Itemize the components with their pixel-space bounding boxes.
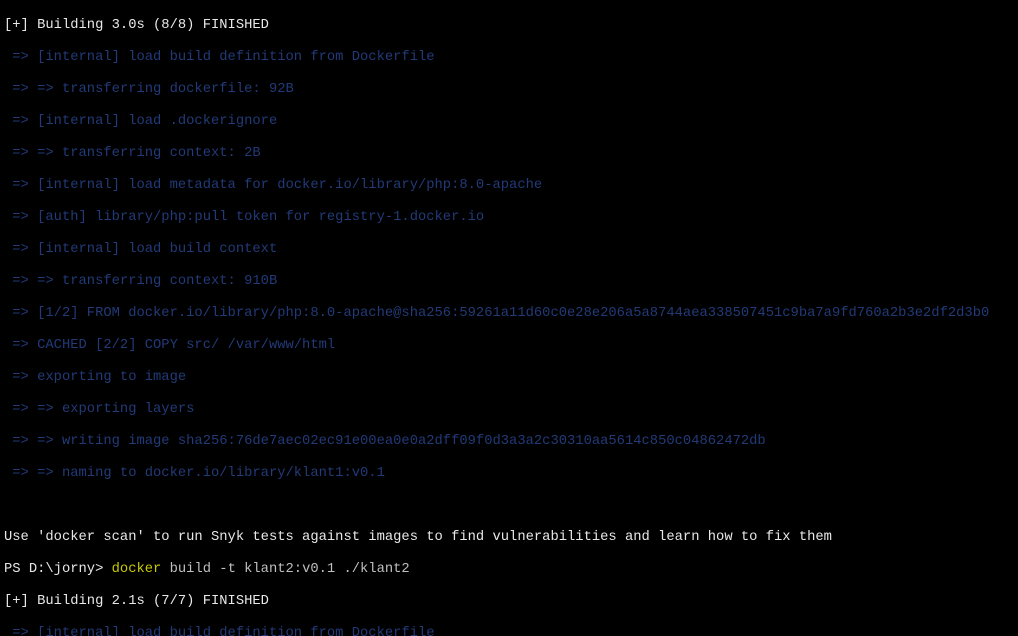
build1-header: [+] Building 3.0s (8/8) FINISHED [4, 18, 1014, 34]
build1-step: => => transferring dockerfile: 92B [4, 82, 1014, 98]
build1-step: => [internal] load .dockerignore [4, 114, 1014, 130]
terminal[interactable]: [+] Building 3.0s (8/8) FINISHED => [int… [0, 0, 1018, 636]
build1-step: => [auth] library/php:pull token for reg… [4, 210, 1014, 226]
build2-step: => [internal] load build definition from… [4, 626, 1014, 636]
build1-step: => [internal] load build definition from… [4, 50, 1014, 66]
cmd-docker: docker [112, 562, 162, 577]
blank-line [4, 498, 1014, 514]
build1-step: => [1/2] FROM docker.io/library/php:8.0-… [4, 306, 1014, 322]
build2-header: [+] Building 2.1s (7/7) FINISHED [4, 594, 1014, 610]
build1-step: => CACHED [2/2] COPY src/ /var/www/html [4, 338, 1014, 354]
build1-step: => => naming to docker.io/library/klant1… [4, 466, 1014, 482]
cmd-args: build -t klant2:v0.1 ./klant2 [161, 562, 409, 577]
build1-step: => => exporting layers [4, 402, 1014, 418]
scan-hint: Use 'docker scan' to run Snyk tests agai… [4, 530, 1014, 546]
build1-step: => => transferring context: 910B [4, 274, 1014, 290]
build1-step: => => transferring context: 2B [4, 146, 1014, 162]
build1-step: => exporting to image [4, 370, 1014, 386]
build1-step: => [internal] load build context [4, 242, 1014, 258]
build1-step: => => writing image sha256:76de7aec02ec9… [4, 434, 1014, 450]
prompt-line[interactable]: PS D:\jorny> docker build -t klant2:v0.1… [4, 562, 1014, 578]
build1-step: => [internal] load metadata for docker.i… [4, 178, 1014, 194]
prompt-path: PS D:\jorny> [4, 562, 112, 577]
